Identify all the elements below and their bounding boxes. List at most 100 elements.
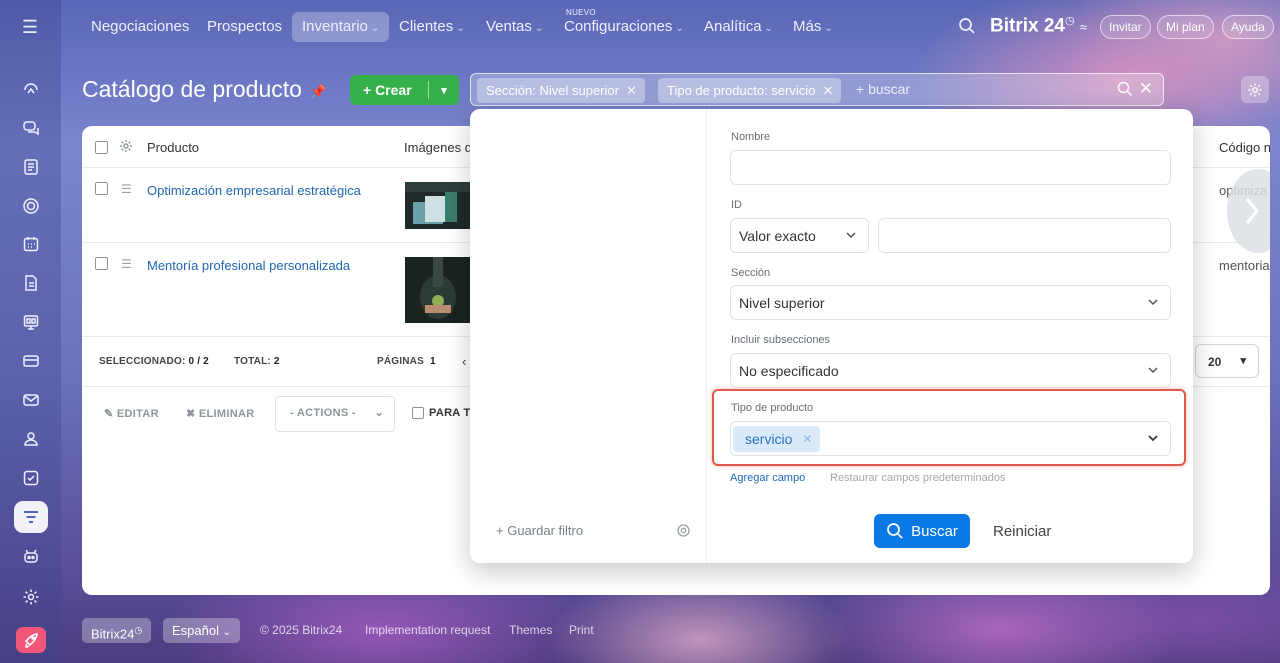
product-link[interactable]: Optimización empresarial estratégica [147,183,361,198]
product-link[interactable]: Mentoría profesional personalizada [147,258,350,273]
pages-count: PÁGINAS 1 [377,356,436,367]
chevron-down-icon [1148,299,1158,306]
pin-icon[interactable]: 📌 [310,84,326,100]
filter-tag-section[interactable]: Sección: Nivel superior ✕ [477,78,645,103]
close-icon: ✖ [186,408,196,420]
chevron-down-icon: ⌄ [374,407,384,419]
actions-select[interactable]: - ACTIONS - ⌄ [275,396,395,432]
name-field[interactable] [730,150,1171,185]
close-icon[interactable]: ✕ [802,426,812,452]
help-button[interactable]: Ayuda [1222,15,1274,39]
search-button[interactable]: Buscar [874,514,970,548]
id-field-label: ID [731,199,742,211]
product-type-tag[interactable]: servicio ✕ [733,426,821,452]
create-button[interactable]: + Crear ▾ [350,75,459,105]
brand-logo[interactable]: Bitrix 24◷ ≈ [990,14,1087,37]
drag-handle-icon[interactable]: ☰ [121,257,133,271]
search-icon[interactable] [958,17,976,35]
nav-item-prospectos[interactable]: Prospectos [197,12,292,42]
section-field-label: Sección [731,267,771,279]
target-icon[interactable] [14,190,48,222]
mail-icon[interactable] [14,384,48,416]
chevron-down-icon [846,232,856,239]
language-select[interactable]: Español ⌄ [163,618,240,643]
subsections-select[interactable]: No especificado [730,353,1171,388]
nav-item-analitica[interactable]: Analítica ⌄ [694,12,783,42]
gear-icon[interactable] [1241,76,1269,103]
clock-icon: ◷ [1064,15,1075,27]
per-page-select[interactable]: 20 ▾ [1195,344,1259,378]
tasks-icon[interactable] [14,462,48,494]
board-icon[interactable] [14,306,48,338]
themes-link[interactable]: Themes [509,623,552,637]
nav-item-negociaciones[interactable]: Negociaciones [81,12,199,42]
add-field-link[interactable]: Agregar campo [730,472,805,484]
chat-icon[interactable] [14,112,48,144]
plan-button[interactable]: Mi plan [1157,15,1214,39]
reset-button[interactable]: Reiniciar [993,523,1051,540]
section-select[interactable]: Nivel superior [730,285,1171,320]
rocket-icon[interactable] [16,627,46,653]
chevron-down-icon: ⌄ [456,23,465,34]
row-checkbox[interactable] [95,257,108,270]
name-field-label: Nombre [731,131,771,143]
product-image[interactable] [405,182,471,229]
robot-icon[interactable] [14,540,48,572]
id-value-field[interactable] [878,218,1171,253]
save-filter-button[interactable]: + Guardar filtro [496,523,583,538]
chevron-down-icon [1148,367,1158,374]
filter-tag-product-type[interactable]: Tipo de producto: servicio ✕ [658,78,842,103]
copyright-text: © 2025 Bitrix24 [260,623,343,637]
pulse-icon[interactable] [14,74,48,106]
restore-fields-link[interactable]: Restaurar campos predeterminados [830,472,1005,484]
filter-funnel-icon[interactable] [14,501,48,533]
select-all-checkbox[interactable] [95,141,108,154]
nav-item-inventario[interactable]: Inventario ⌄ [292,12,390,42]
nav-item-clientes[interactable]: Clientes ⌄ [389,12,475,42]
id-mode-select[interactable]: Valor exacto [730,218,869,253]
card-icon[interactable] [14,345,48,377]
selected-count: SELECCIONADO: 0 / 2 [99,356,209,367]
page-title: Catálogo de producto [82,76,302,102]
invite-button[interactable]: Invitar [1100,15,1151,39]
nav-item-configuraciones[interactable]: Configuraciones ⌄ [554,12,694,42]
settings-icon[interactable] [14,581,48,613]
column-header-product[interactable]: Producto [147,140,199,155]
chevron-down-icon: ▾ [1240,355,1246,367]
gear-icon[interactable] [676,523,691,538]
clear-icon[interactable]: ✕ [1139,79,1153,99]
prev-page-icon[interactable]: ‹ [462,354,466,369]
print-link[interactable]: Print [569,623,594,637]
delete-action-button[interactable]: ✖ ELIMINAR [186,407,254,420]
menu-icon[interactable]: ☰ [20,17,40,37]
product-image[interactable] [405,257,471,323]
product-code: mentoria [1219,258,1270,273]
close-icon[interactable]: ✕ [626,78,637,103]
close-icon[interactable]: ✕ [822,78,833,103]
document-icon[interactable] [14,267,48,299]
search-icon [887,523,903,539]
contacts-icon[interactable] [14,423,48,455]
chevron-down-icon: ⌄ [764,23,773,34]
nav-item-mas[interactable]: Más ⌄ [783,12,843,42]
row-checkbox[interactable] [95,182,108,195]
column-header-code[interactable]: Código n [1219,140,1270,155]
feed-icon[interactable] [14,151,48,183]
filter-search-bar[interactable]: Sección: Nivel superior ✕ Tipo de product… [470,73,1164,106]
chevron-down-icon[interactable]: ▾ [429,84,459,97]
drag-handle-icon[interactable]: ☰ [121,182,133,196]
scroll-right-button[interactable] [1227,169,1270,253]
column-header-images[interactable]: Imágenes d [404,140,472,155]
for-all-checkbox[interactable] [412,407,424,419]
calendar-icon[interactable] [14,228,48,260]
chevron-down-icon: ⌄ [222,627,231,638]
edit-action-button[interactable]: ✎ EDITAR [104,407,159,420]
top-navigation: Negociaciones Prospectos Inventario ⌄ Cli… [80,0,1280,54]
implementation-request-link[interactable]: Implementation request [365,623,490,637]
bitrix24-brand-button[interactable]: Bitrix24◷ [82,618,152,643]
search-input[interactable]: + buscar [856,81,910,97]
nav-item-ventas[interactable]: Ventas ⌄ [476,12,553,42]
gear-icon[interactable] [119,139,133,158]
search-icon[interactable] [1117,81,1133,97]
filter-popup: + Guardar filtro Nombre ID Valor exacto … [470,109,1193,563]
